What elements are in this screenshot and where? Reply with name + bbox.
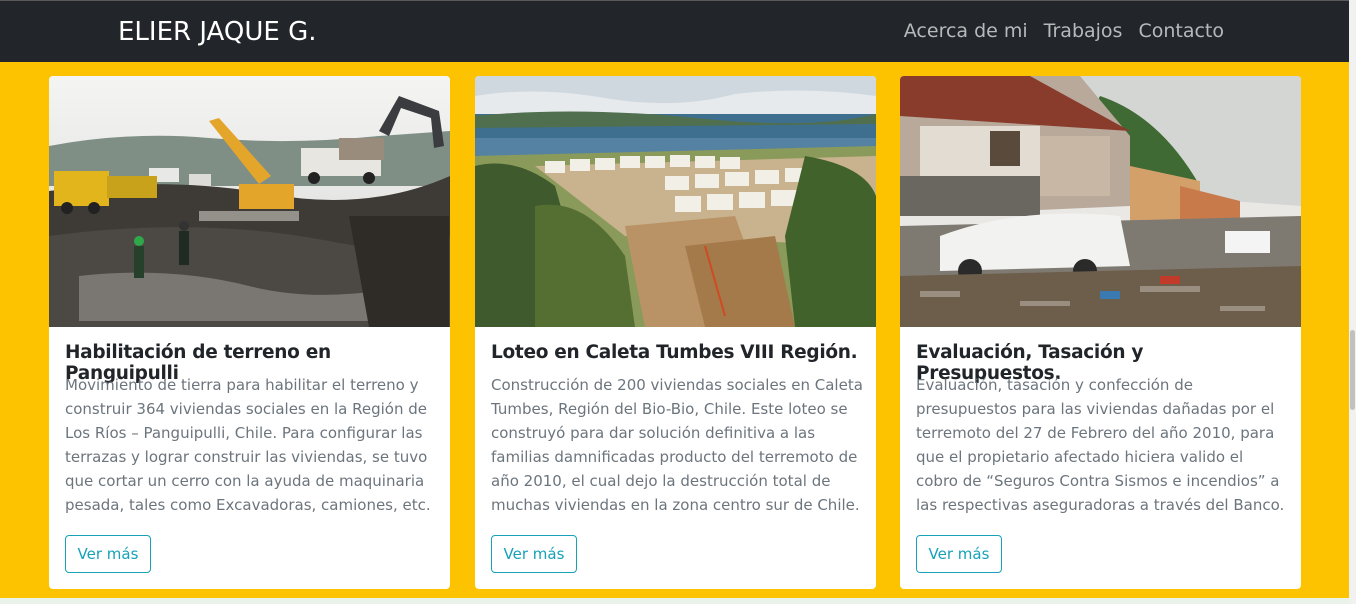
bottom-edge [0, 598, 1349, 604]
project-image-housing [475, 76, 876, 327]
ver-mas-button[interactable]: Ver más [491, 535, 577, 573]
vertical-scrollbar[interactable] [1349, 0, 1356, 604]
card-title: Loteo en Caleta Tumbes VIII Región. [491, 342, 858, 363]
nav-link-trabajos[interactable]: Trabajos [1044, 20, 1123, 42]
project-image-earthworks [49, 76, 450, 327]
card-description: Movimiento de tierra para habilitar el t… [65, 376, 431, 514]
project-card-panguipulli: Habilitación de terreno en Panguipulli M… [49, 76, 450, 589]
ver-mas-button[interactable]: Ver más [65, 535, 151, 573]
project-card-caleta-tumbes: Loteo en Caleta Tumbes VIII Región. Cons… [475, 76, 876, 589]
nav-links: Acerca de mi Trabajos Contacto [904, 20, 1224, 42]
card-description: Construcción de 200 viviendas sociales e… [491, 376, 863, 514]
nav-link-acerca[interactable]: Acerca de mi [904, 20, 1028, 42]
scrollbar-thumb[interactable] [1350, 330, 1355, 410]
card-description: Evaluación, tasación y confección de pre… [916, 376, 1285, 514]
project-card-evaluacion: Evaluación, Tasación y Presupuestos. Eva… [900, 76, 1301, 589]
ver-mas-button[interactable]: Ver más [916, 535, 1002, 573]
site-brand[interactable]: ELIER JAQUE G. [118, 17, 316, 47]
nav-link-contacto[interactable]: Contacto [1138, 20, 1224, 42]
top-navbar: ELIER JAQUE G. Acerca de mi Trabajos Con… [0, 0, 1349, 62]
project-image-earthquake-damage [900, 76, 1301, 327]
